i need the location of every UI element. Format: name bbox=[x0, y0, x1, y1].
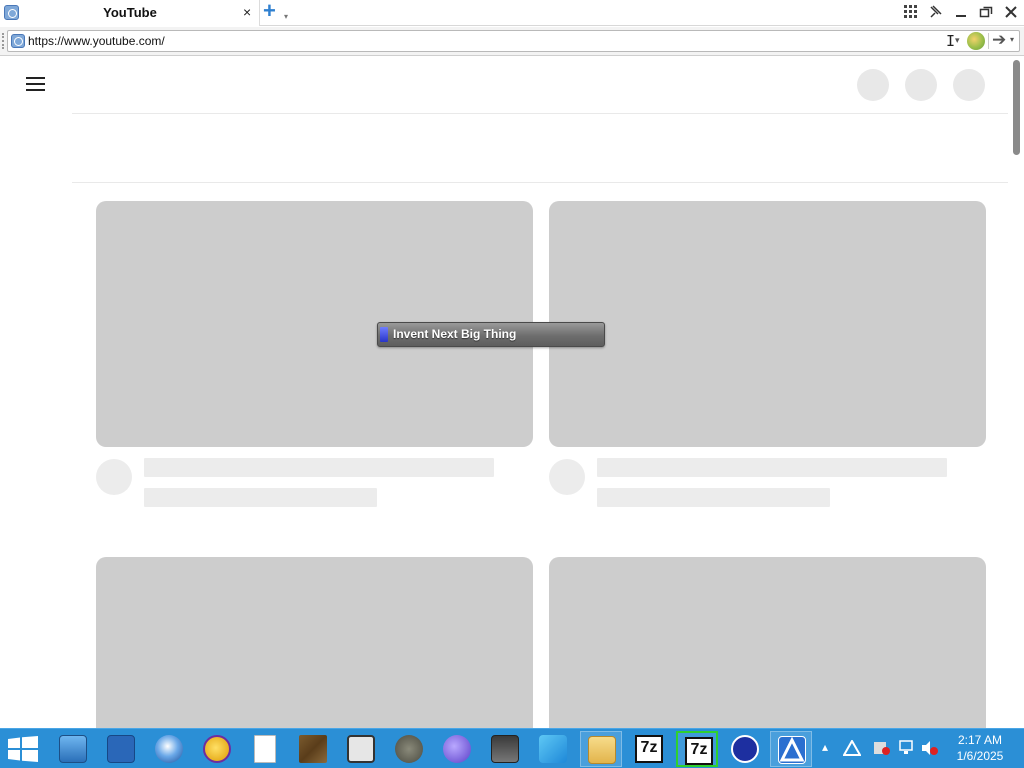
browser-window: YouTube × + ▾ https://www.youtube.com/ I… bbox=[0, 0, 1024, 728]
close-window-icon[interactable] bbox=[1000, 3, 1022, 23]
blank-document-icon[interactable] bbox=[244, 731, 286, 767]
header-placeholder-circle bbox=[857, 69, 889, 101]
address-bar: https://www.youtube.com/ I ▾ ➔ ▾ bbox=[0, 27, 1024, 56]
photo-app-icon[interactable] bbox=[340, 731, 382, 767]
a-app-icon[interactable] bbox=[770, 731, 812, 767]
show-hidden-icons-icon[interactable]: ▴ bbox=[822, 740, 828, 754]
go-dropdown-icon[interactable]: ▾ bbox=[1010, 35, 1014, 44]
network-icon[interactable] bbox=[897, 740, 915, 759]
site-favicon-icon bbox=[11, 34, 25, 48]
pin-icon[interactable] bbox=[925, 3, 947, 23]
yahoo-messenger-icon[interactable] bbox=[196, 731, 238, 767]
taskbar: 7z 7z ▴ 2:17 AM 1/6/2025 bbox=[0, 728, 1024, 768]
folder-icon[interactable] bbox=[580, 731, 622, 767]
clock-time: 2:17 AM bbox=[957, 733, 1003, 747]
tab-title: YouTube bbox=[103, 5, 157, 20]
scrollbar-thumb[interactable] bbox=[1013, 60, 1020, 155]
tab-youtube[interactable]: YouTube × bbox=[0, 0, 260, 26]
minimize-icon[interactable] bbox=[950, 3, 972, 23]
monitor-app-icon[interactable] bbox=[484, 731, 526, 767]
url-field[interactable]: https://www.youtube.com/ I ▾ ➔ ▾ bbox=[7, 30, 1020, 52]
clock-date: 1/6/2025 bbox=[956, 749, 1004, 763]
gimp-icon[interactable] bbox=[388, 731, 430, 767]
close-tab-icon[interactable]: × bbox=[243, 4, 251, 20]
video-thumbnail-placeholder[interactable] bbox=[549, 557, 986, 728]
title-placeholder bbox=[144, 458, 494, 477]
volume-muted-icon[interactable] bbox=[921, 740, 939, 759]
url-text[interactable]: https://www.youtube.com/ bbox=[28, 34, 165, 48]
w-app-icon[interactable] bbox=[532, 731, 574, 767]
divider bbox=[72, 113, 1008, 114]
7zip-icon[interactable]: 7z bbox=[628, 731, 670, 767]
hamburger-menu-icon[interactable] bbox=[26, 77, 46, 91]
meta-placeholder bbox=[597, 488, 830, 507]
restore-icon[interactable] bbox=[975, 3, 997, 23]
header-placeholder-circle bbox=[953, 69, 985, 101]
go-arrow-icon[interactable]: ➔ bbox=[992, 30, 1006, 50]
tray-a-app-icon[interactable] bbox=[842, 738, 862, 759]
toolbar-grip[interactable] bbox=[2, 33, 4, 49]
channel-avatar-placeholder bbox=[549, 459, 585, 495]
file-explorer-icon[interactable] bbox=[52, 731, 94, 767]
title-placeholder bbox=[597, 458, 947, 477]
tooltip-accent-bar bbox=[380, 327, 388, 342]
divider bbox=[72, 182, 1008, 183]
video-thumbnail-placeholder[interactable] bbox=[549, 201, 986, 447]
apps-grid-icon[interactable] bbox=[900, 3, 922, 23]
f-app-icon[interactable] bbox=[724, 731, 766, 767]
tab-bar: YouTube × + ▾ bbox=[0, 0, 1024, 26]
history-dropdown-icon[interactable]: ▾ bbox=[955, 35, 960, 46]
minecraft-icon[interactable] bbox=[292, 731, 334, 767]
taskbar-clock[interactable]: 2:17 AM 1/6/2025 bbox=[948, 732, 1012, 764]
powershell-icon[interactable] bbox=[100, 731, 142, 767]
browser-icon[interactable] bbox=[148, 731, 190, 767]
divider bbox=[988, 33, 989, 49]
extension-icon[interactable] bbox=[967, 32, 985, 50]
new-tab-button[interactable]: + ▾ bbox=[263, 0, 293, 24]
windows-start-icon[interactable] bbox=[8, 736, 40, 762]
virus-app-icon[interactable] bbox=[436, 731, 478, 767]
video-thumbnail-placeholder[interactable] bbox=[96, 557, 533, 728]
header-placeholder-circle bbox=[905, 69, 937, 101]
vertical-scrollbar[interactable] bbox=[1008, 57, 1024, 728]
action-center-icon[interactable] bbox=[873, 740, 891, 759]
tooltip-text: Invent Next Big Thing bbox=[393, 327, 517, 341]
plus-icon: + bbox=[263, 0, 276, 23]
floating-tooltip: Invent Next Big Thing bbox=[377, 322, 605, 347]
page-content bbox=[0, 57, 1024, 728]
chevron-down-icon: ▾ bbox=[284, 12, 289, 21]
text-cursor-icon: I bbox=[946, 32, 956, 50]
channel-avatar-placeholder bbox=[96, 459, 132, 495]
meta-placeholder bbox=[144, 488, 377, 507]
7zip-icon[interactable]: 7z bbox=[676, 731, 718, 767]
